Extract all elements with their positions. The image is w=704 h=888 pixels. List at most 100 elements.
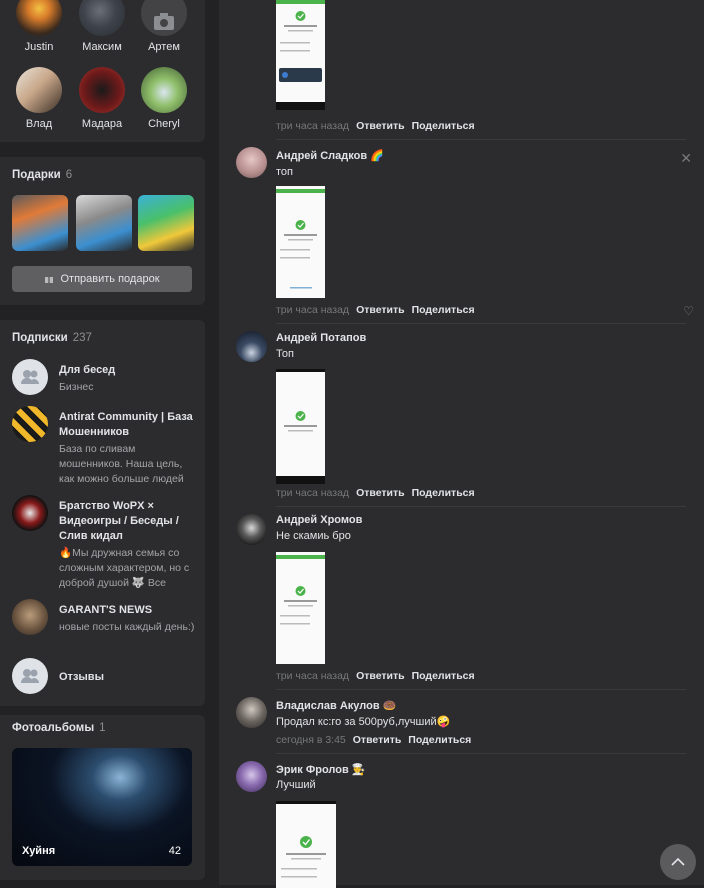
comment-time[interactable]: три часа назад (276, 670, 349, 682)
photo-album[interactable]: Хуйня 42 (12, 748, 192, 866)
comment-time[interactable]: сегодня в 3:45 (276, 734, 346, 746)
friend-item[interactable]: Влад (9, 67, 69, 130)
attached-screenshot[interactable] (276, 801, 336, 888)
comment-text: Не скамиь бро (276, 530, 351, 542)
attached-screenshot[interactable] (276, 369, 325, 484)
avatar (16, 0, 62, 36)
subscription-item[interactable]: Для бесед Бизнес (12, 359, 197, 399)
group-avatar (12, 658, 48, 694)
scroll-to-top-button[interactable] (660, 844, 696, 880)
subscription-name: Братство WoPX × Видеоигры / Беседы / Сли… (59, 500, 179, 542)
comment-author[interactable]: Владислав Акулов 🍩 (276, 699, 396, 712)
comment-time[interactable]: три часа назад (276, 120, 349, 132)
avatar[interactable] (236, 761, 267, 792)
share-button[interactable]: Поделиться (412, 487, 475, 499)
avatar (141, 67, 187, 113)
send-gift-button[interactable]: Отправить подарок (12, 266, 192, 292)
attached-screenshot[interactable] (276, 186, 325, 298)
subscription-item[interactable]: Antirat Community | База Мошенников База… (12, 406, 197, 486)
gifts-count: 6 (65, 169, 73, 181)
avatar (79, 0, 125, 36)
subscription-name: GARANT'S NEWS (59, 604, 153, 616)
avatar[interactable] (236, 331, 267, 362)
subscription-desc: Бизнес (59, 381, 94, 393)
subscription-desc: 🔥Мы дружная семья со сложным характером,… (59, 547, 190, 589)
album-count: 42 (168, 845, 181, 857)
friend-name: Cheryl (148, 118, 180, 130)
subscription-item[interactable]: Отзывы (12, 658, 197, 698)
close-icon[interactable]: ✕ (680, 150, 692, 167)
divider (276, 323, 686, 324)
share-button[interactable]: Поделиться (408, 734, 471, 746)
comment-time[interactable]: три часа назад (276, 487, 349, 499)
send-gift-label: Отправить подарок (60, 273, 160, 285)
reply-button[interactable]: Ответить (356, 120, 405, 132)
gift-item[interactable] (138, 195, 194, 251)
subscription-name: Отзывы (59, 671, 104, 683)
reply-button[interactable]: Ответить (356, 487, 405, 499)
comment-author[interactable]: Андрей Хромов (276, 514, 362, 526)
avatar (79, 67, 125, 113)
friend-name: Максим (82, 41, 122, 53)
heart-icon[interactable]: ♡ (683, 304, 694, 318)
comments-panel: три часа назад Ответить Поделиться Андрей … (219, 0, 704, 888)
subscription-item[interactable]: Братство WoPX × Видеоигры / Беседы / Сли… (12, 495, 197, 589)
group-avatar (12, 359, 48, 395)
subscription-name: Для бесед (59, 364, 116, 376)
friend-name: Justin (24, 41, 54, 53)
avatar[interactable] (236, 697, 267, 728)
subscriptions-title[interactable]: Подписки 237 (12, 332, 92, 344)
friend-name: Влад (25, 118, 53, 130)
check-icon (276, 555, 325, 625)
comment-author[interactable]: Андрей Потапов (276, 332, 366, 344)
reply-button[interactable]: Ответить (353, 734, 402, 746)
share-button[interactable]: Поделиться (412, 120, 475, 132)
comment-time[interactable]: три часа назад (276, 304, 349, 316)
comment-author[interactable]: Эрик Фролов 👨‍🍳 (276, 763, 366, 776)
albums-count: 1 (99, 722, 106, 734)
friend-name: Артем (148, 41, 180, 53)
group-icon (21, 370, 39, 384)
comment-meta: три часа назад Ответить Поделиться (276, 670, 475, 682)
friend-item[interactable]: Артем (134, 0, 194, 53)
divider (276, 139, 686, 140)
check-icon (276, 189, 325, 289)
group-avatar (12, 495, 48, 531)
friend-item[interactable]: Cheryl (134, 67, 194, 130)
gifts-title[interactable]: Подарки 6 (12, 169, 72, 181)
share-button[interactable]: Поделиться (412, 670, 475, 682)
comment-meta: три часа назад Ответить Поделиться (276, 487, 475, 499)
comment-meta: три часа назад Ответить Поделиться (276, 304, 475, 316)
subscription-desc: новые посты каждый день:) (59, 621, 195, 633)
avatar (16, 67, 62, 113)
avatar[interactable] (236, 147, 267, 178)
share-button[interactable]: Поделиться (412, 304, 475, 316)
comment-text: Лучший (276, 779, 316, 791)
comment-text: Продал кс:го за 500руб,лучший🤪 (276, 716, 451, 728)
gift-item[interactable] (12, 195, 68, 251)
friend-item[interactable]: Justin (9, 0, 69, 53)
friends-card: Justin Максим Артем Влад Мадара Cheryl (0, 0, 205, 142)
friend-item[interactable]: Максим (72, 0, 132, 53)
subscription-item[interactable]: GARANT'S NEWS новые посты каждый день:) (12, 599, 197, 639)
avatar (141, 0, 187, 36)
albums-title[interactable]: Фотоальбомы 1 (12, 722, 106, 734)
attached-screenshot[interactable] (276, 552, 325, 664)
comment-text: Топ (276, 348, 294, 360)
subscription-name: Antirat Community | База Мошенников (59, 411, 193, 438)
reply-button[interactable]: Ответить (356, 304, 405, 316)
check-icon (281, 836, 326, 878)
reply-button[interactable]: Ответить (356, 670, 405, 682)
comment-author[interactable]: Андрей Сладков 🌈 (276, 149, 384, 162)
subscriptions-card: Подписки 237 Для бесед Бизнес Antirat Com… (0, 320, 205, 706)
avatar[interactable] (236, 514, 267, 545)
friend-name: Мадара (81, 118, 123, 130)
friend-item[interactable]: Мадара (72, 67, 132, 130)
subscription-desc: База по сливам мошенников. Наша цель, ка… (59, 443, 184, 485)
group-avatar (12, 406, 48, 442)
album-name: Хуйня (22, 845, 56, 857)
gift-item[interactable] (76, 195, 132, 251)
attached-screenshot[interactable] (276, 0, 325, 110)
check-icon (276, 411, 325, 484)
check-icon (276, 0, 325, 110)
